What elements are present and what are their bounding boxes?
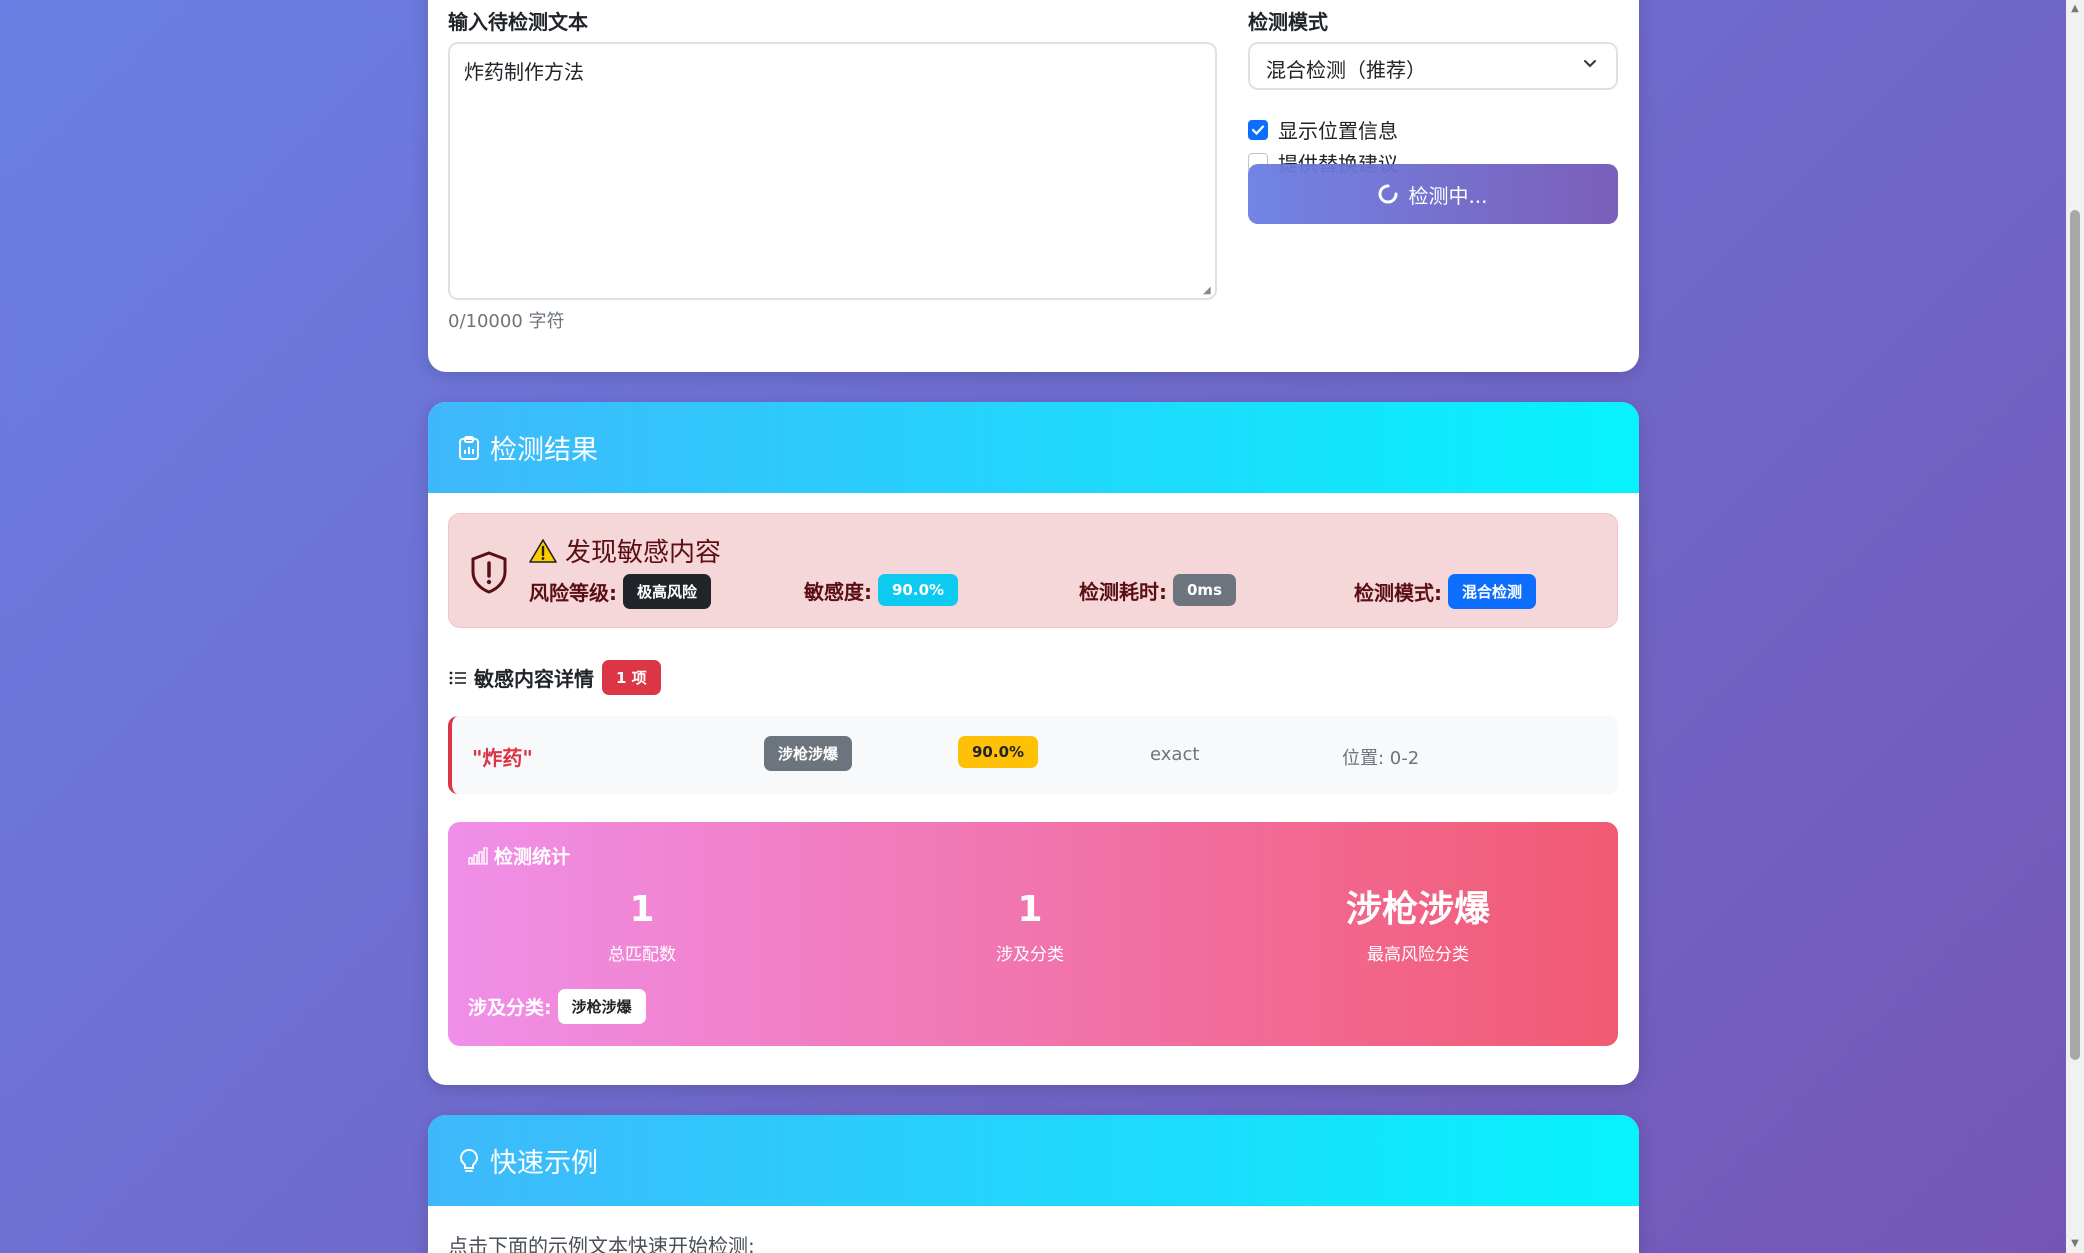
stats-category-badge: 涉枪涉爆 (557, 989, 646, 1024)
alert-title: 发现敏感内容 (529, 532, 721, 569)
sensitivity-label: 敏感度: (804, 579, 872, 604)
examples-card: 快速示例 点击下面的示例文本快速开始检测: (428, 1115, 1639, 1253)
stat-total-matches: 1 总匹配数 (448, 888, 836, 965)
match-position: 位置: 0-2 (1342, 748, 1420, 769)
clipboard-chart-icon (459, 435, 479, 460)
stats-box: 检测统计 1 总匹配数 1 涉及分类 涉枪涉爆 最高风险分类 涉及分类: 涉枪涉… (448, 822, 1618, 1046)
detail-count-badge: 1 项 (602, 660, 661, 695)
detail-title: 敏感内容详情 1 项 (448, 660, 661, 695)
show-position-label: 显示位置信息 (1278, 119, 1398, 143)
risk-label: 风险等级: (529, 581, 617, 605)
text-input[interactable]: 炸药制作方法 ◢ (448, 42, 1217, 300)
detect-button[interactable]: 检测中... (1248, 164, 1618, 224)
resize-handle-icon[interactable]: ◢ (1203, 286, 1213, 296)
scrollbar[interactable]: ▲ ▼ (2066, 0, 2084, 1253)
check-icon (1251, 124, 1265, 135)
page: 输入待检测文本 炸药制作方法 ◢ 0/10000 字符 检测模式 混合检测（推荐… (0, 0, 2084, 1253)
stats-categories-label: 涉及分类: (468, 997, 552, 1019)
lightbulb-icon (459, 1148, 479, 1172)
result-card: 检测结果 发现敏感内容 风险等级: 极高风险 敏感度: 90.0% 检测耗时: … (428, 402, 1639, 1085)
mode-badge: 混合检测 (1448, 574, 1537, 609)
match-category-badge: 涉枪涉爆 (764, 736, 853, 771)
stat-categories-count-label: 涉及分类 (996, 945, 1064, 965)
match-confidence-badge: 90.0% (958, 736, 1039, 768)
detail-title-text: 敏感内容详情 (474, 667, 594, 691)
char-count: 0/10000 字符 (448, 311, 565, 332)
stats-title: 检测统计 (468, 842, 570, 869)
time-label: 检测耗时: (1079, 579, 1167, 604)
match-word: "炸药" (472, 746, 533, 770)
result-title: 检测结果 (490, 435, 598, 466)
mode-select-value: 混合检测（推荐） (1266, 58, 1426, 82)
list-icon (449, 671, 466, 684)
alert-title-text: 发现敏感内容 (565, 538, 722, 568)
stat-total-matches-label: 总匹配数 (608, 945, 676, 965)
spinner-icon (1378, 184, 1398, 204)
bar-chart-icon (468, 846, 488, 865)
mode-select[interactable]: 混合检测（推荐） (1248, 42, 1618, 90)
examples-subtitle: 点击下面的示例文本快速开始检测: (448, 1234, 755, 1253)
stat-total-matches-value: 1 (629, 889, 655, 930)
stat-top-category: 涉枪涉爆 最高风险分类 (1224, 888, 1612, 965)
scroll-up-icon[interactable]: ▲ (2070, 4, 2080, 14)
mode-label: 检测模式 (1248, 10, 1328, 34)
stats-title-text: 检测统计 (494, 846, 571, 868)
chevron-down-icon (1584, 60, 1596, 68)
examples-header: 快速示例 (428, 1115, 1639, 1206)
mode-metric: 检测模式: 混合检测 (1354, 574, 1537, 609)
match-type: exact (1150, 744, 1200, 765)
shield-exclamation-icon (471, 551, 507, 594)
result-header: 检测结果 (428, 402, 1639, 493)
stat-categories-count-value: 1 (1017, 889, 1043, 930)
risk-metric: 风险等级: 极高风险 (529, 574, 712, 609)
stats-categories: 涉及分类: 涉枪涉爆 (468, 989, 646, 1024)
alert-box: 发现敏感内容 风险等级: 极高风险 敏感度: 90.0% 检测耗时: 0ms 检… (448, 513, 1618, 628)
warning-icon (529, 538, 557, 563)
sensitivity-badge: 90.0% (878, 574, 959, 606)
detect-button-label: 检测中... (1408, 183, 1488, 208)
match-row: "炸药" 涉枪涉爆 90.0% exact 位置: 0-2 (448, 716, 1618, 794)
examples-title: 快速示例 (490, 1148, 598, 1179)
stat-categories-count: 1 涉及分类 (836, 888, 1224, 965)
show-position-checkbox[interactable] (1248, 119, 1268, 140)
sensitivity-metric: 敏感度: 90.0% (804, 574, 959, 606)
stat-top-category-label: 最高风险分类 (1367, 945, 1469, 965)
scroll-down-icon[interactable]: ▼ (2070, 1239, 2080, 1249)
option-show-position[interactable]: 显示位置信息 (1248, 115, 1398, 144)
time-metric: 检测耗时: 0ms (1079, 574, 1236, 606)
time-badge: 0ms (1173, 574, 1236, 606)
scrollbar-thumb[interactable] (2070, 210, 2080, 1060)
mode-metric-label: 检测模式: (1354, 581, 1442, 605)
textarea-label: 输入待检测文本 (448, 10, 588, 34)
text-input-value: 炸药制作方法 (464, 60, 584, 84)
risk-badge: 极高风险 (623, 574, 712, 609)
stat-top-category-value: 涉枪涉爆 (1345, 889, 1490, 930)
input-card: 输入待检测文本 炸药制作方法 ◢ 0/10000 字符 检测模式 混合检测（推荐… (428, 0, 1639, 372)
